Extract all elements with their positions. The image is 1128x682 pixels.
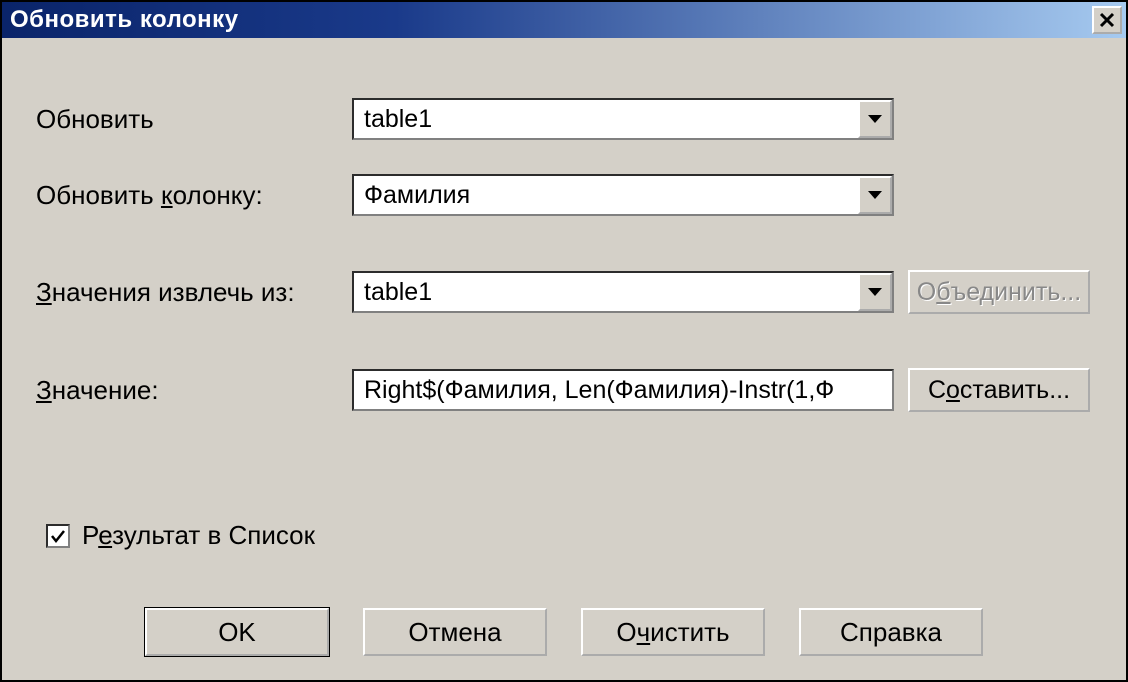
label-update: Обновить <box>36 104 352 135</box>
clear-button[interactable]: Очистить <box>581 608 765 656</box>
row-values-from: Значения извлечь из: table1 Объединить..… <box>36 270 1092 314</box>
select-update-column[interactable]: Фамилия <box>352 174 894 216</box>
label-value: Значение: <box>36 375 352 406</box>
row-value: Значение: Right$(Фамилия, Len(Фамилия)-I… <box>36 368 1092 412</box>
close-button[interactable] <box>1092 6 1122 34</box>
ok-button[interactable]: OK <box>145 608 329 656</box>
titlebar: Обновить колонку <box>2 2 1126 38</box>
select-values-from-value: table1 <box>354 278 858 307</box>
dialog-content: Обновить table1 Обновить колонку: Фамили… <box>2 38 1126 466</box>
select-update[interactable]: table1 <box>352 98 894 140</box>
value-input[interactable]: Right$(Фамилия, Len(Фамилия)-Instr(1,Ф <box>352 369 894 411</box>
select-update-column-value: Фамилия <box>354 181 858 210</box>
close-icon <box>1099 12 1115 28</box>
dialog-window: Обновить колонку Обновить table1 Обновит… <box>0 0 1128 682</box>
label-update-column: Обновить колонку: <box>36 180 352 211</box>
button-row: OK Отмена Очистить Справка <box>2 608 1126 656</box>
chevron-down-icon <box>868 288 882 296</box>
result-list-label: Результат в Список <box>82 520 315 551</box>
checkbox-row: Результат в Список <box>46 520 315 551</box>
select-update-arrow[interactable] <box>858 100 892 138</box>
select-values-from-arrow[interactable] <box>858 273 892 311</box>
chevron-down-icon <box>868 115 882 123</box>
join-button: Объединить... <box>908 270 1090 314</box>
row-update: Обновить table1 <box>36 98 1092 140</box>
check-icon <box>50 528 66 544</box>
select-update-value: table1 <box>354 105 858 134</box>
chevron-down-icon <box>868 191 882 199</box>
window-title: Обновить колонку <box>10 6 239 34</box>
select-update-column-arrow[interactable] <box>858 176 892 214</box>
result-list-checkbox[interactable] <box>46 524 70 548</box>
label-values-from: Значения извлечь из: <box>36 277 352 308</box>
cancel-button[interactable]: Отмена <box>363 608 547 656</box>
select-values-from[interactable]: table1 <box>352 271 894 313</box>
compose-button[interactable]: Составить... <box>908 368 1090 412</box>
row-update-column: Обновить колонку: Фамилия <box>36 174 1092 216</box>
help-button[interactable]: Справка <box>799 608 983 656</box>
